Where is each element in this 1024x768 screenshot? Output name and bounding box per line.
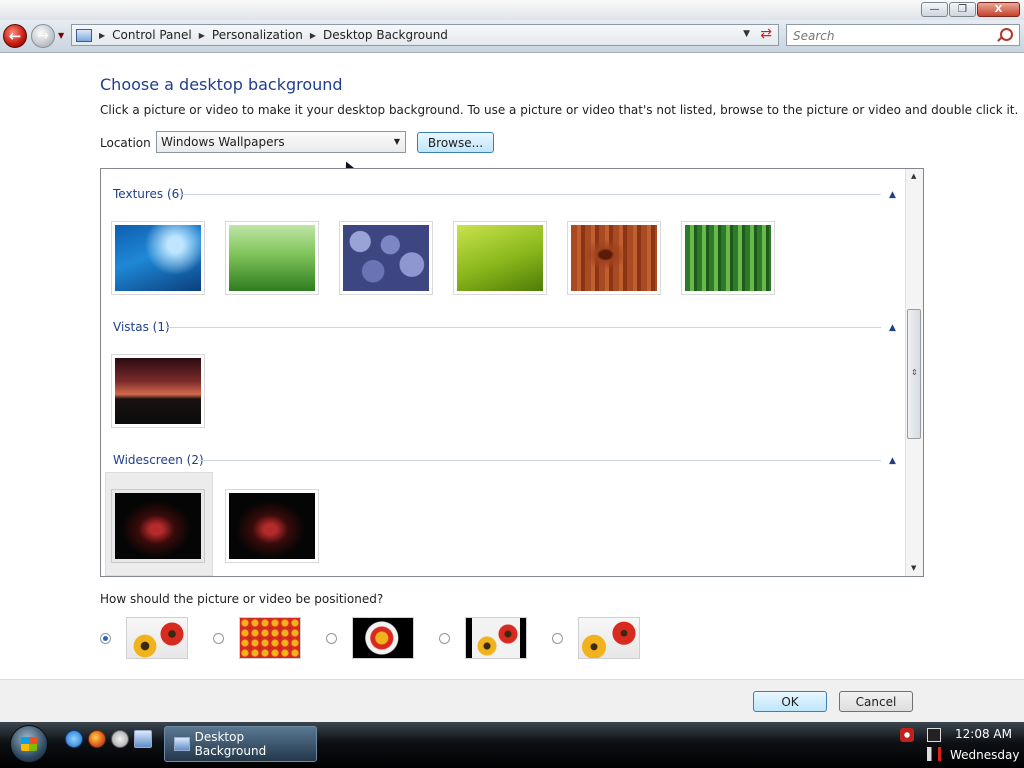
window-controls: — ❐ X	[921, 2, 1020, 17]
grip-icon: ⇕	[911, 368, 918, 377]
wallpaper-thumb-pebbles[interactable]	[339, 221, 433, 295]
search-input[interactable]	[791, 26, 985, 46]
radio-center[interactable]	[326, 633, 337, 644]
cancel-button[interactable]: Cancel	[839, 691, 913, 712]
group-header-vistas[interactable]: Vistas (1)	[113, 320, 170, 334]
wallpaper-thumb-fish[interactable]	[111, 221, 205, 295]
gallery-scrollbar[interactable]: ▲ ⇕ ▼	[905, 169, 923, 576]
title-bar: — ❐ X	[0, 0, 1024, 20]
ok-button[interactable]: OK	[753, 691, 827, 712]
radio-stretch[interactable]	[552, 633, 563, 644]
control-panel-icon	[174, 737, 190, 751]
collapse-textures-icon[interactable]: ▲	[889, 190, 896, 200]
radio-center-black[interactable]	[439, 633, 450, 644]
wallpaper-thumb-wood[interactable]	[567, 221, 661, 295]
group-header-widescreen[interactable]: Widescreen (2)	[113, 453, 204, 467]
firefox-icon[interactable]	[88, 730, 106, 748]
fish-underwater-image	[115, 225, 201, 291]
location-label: Location	[100, 136, 151, 150]
volume-muted-icon[interactable]	[927, 747, 941, 761]
dialog-footer: OK Cancel	[0, 679, 1024, 723]
taskbar-item-label: Desktop Background	[194, 730, 267, 758]
browse-button[interactable]: Browse...	[417, 132, 494, 153]
start-button[interactable]	[10, 725, 48, 763]
wallpaper-gallery[interactable]: Textures (6) ▲ Vistas (1) ▲ Widescreen (…	[100, 168, 924, 577]
radio-fit-to-screen[interactable]	[100, 633, 111, 644]
clock-day[interactable]: Wednesday	[950, 748, 1019, 762]
minimize-button[interactable]: —	[921, 2, 948, 17]
dark-red-abstract-image	[229, 493, 315, 559]
address-bar[interactable]: ▶ Control Panel ▶ Personalization ▶ Desk…	[71, 24, 779, 46]
wallpaper-thumb-leaf[interactable]	[453, 221, 547, 295]
group-divider	[198, 460, 881, 461]
taskbar: Desktop Background 12:08 AM Wednesday	[0, 722, 1024, 768]
wallpaper-thumb-widescreen-1[interactable]	[111, 489, 205, 563]
bamboo-forest-image	[685, 225, 771, 291]
breadcrumb-control-panel[interactable]: Control Panel	[112, 28, 192, 42]
control-panel-icon	[76, 28, 92, 42]
position-tile-image[interactable]	[239, 617, 301, 659]
scroll-up-icon[interactable]: ▲	[911, 172, 916, 180]
navigation-bar: ← → ▼ ▶ Control Panel ▶ Personalization …	[0, 20, 1024, 53]
forward-button[interactable]: →	[31, 24, 55, 48]
collapse-widescreen-icon[interactable]: ▲	[889, 456, 896, 466]
recent-pages-dropdown-icon[interactable]: ▼	[58, 31, 64, 40]
collapse-vistas-icon[interactable]: ▲	[889, 323, 896, 333]
network-icon[interactable]	[927, 728, 941, 742]
internet-explorer-icon[interactable]	[65, 730, 83, 748]
chevron-down-icon[interactable]: ▼	[394, 137, 400, 146]
position-fill-image[interactable]	[465, 617, 527, 659]
green-grass-image	[229, 225, 315, 291]
maximize-button[interactable]: ❐	[949, 2, 976, 17]
clock-time[interactable]: 12:08 AM	[955, 727, 1012, 741]
radio-tile[interactable]	[213, 633, 224, 644]
green-leaf-image	[457, 225, 543, 291]
location-dropdown[interactable]: Windows Wallpapers ▼	[156, 131, 406, 153]
position-center-image[interactable]	[352, 617, 414, 659]
chevron-right-icon[interactable]: ▶	[310, 31, 316, 40]
position-stretch-image[interactable]	[578, 617, 640, 659]
dark-red-abstract-image	[115, 493, 201, 559]
position-fit-image[interactable]	[126, 617, 188, 659]
chevron-right-icon[interactable]: ▶	[99, 31, 105, 40]
taskbar-item-desktop-background[interactable]: Desktop Background	[164, 726, 317, 762]
address-dropdown-icon[interactable]: ▼	[743, 29, 750, 39]
back-button[interactable]: ←	[3, 24, 27, 48]
scroll-down-icon[interactable]: ▼	[911, 564, 916, 572]
wallpaper-thumb-bamboo[interactable]	[681, 221, 775, 295]
page-title: Choose a desktop background	[100, 75, 343, 94]
scrollbar-thumb[interactable]: ⇕	[907, 309, 921, 439]
wood-grain-image	[571, 225, 657, 291]
sunset-mountain-image	[115, 358, 201, 424]
windows-logo-icon	[21, 737, 37, 751]
close-button[interactable]: X	[977, 2, 1020, 17]
location-value: Windows Wallpapers	[161, 135, 285, 149]
media-icon[interactable]	[111, 730, 129, 748]
group-divider	[166, 327, 881, 328]
main-content: Choose a desktop background Click a pict…	[0, 53, 1024, 679]
group-header-textures[interactable]: Textures (6)	[113, 187, 184, 201]
security-shield-icon[interactable]	[900, 728, 914, 742]
wallpaper-thumb-widescreen-2[interactable]	[225, 489, 319, 563]
position-question: How should the picture or video be posit…	[100, 592, 384, 606]
blue-pebbles-image	[343, 225, 429, 291]
chevron-right-icon[interactable]: ▶	[199, 31, 205, 40]
breadcrumb-personalization[interactable]: Personalization	[212, 28, 303, 42]
group-divider	[179, 194, 881, 195]
instructions-text: Click a picture or video to make it your…	[100, 103, 1019, 117]
refresh-icon[interactable]: ⇄	[760, 26, 772, 42]
search-box[interactable]	[786, 24, 1020, 46]
breadcrumb-desktop-background[interactable]: Desktop Background	[323, 28, 448, 42]
search-icon[interactable]	[1000, 28, 1013, 41]
wallpaper-thumb-grass[interactable]	[225, 221, 319, 295]
show-desktop-icon[interactable]	[134, 730, 152, 748]
wallpaper-thumb-sunset[interactable]	[111, 354, 205, 428]
